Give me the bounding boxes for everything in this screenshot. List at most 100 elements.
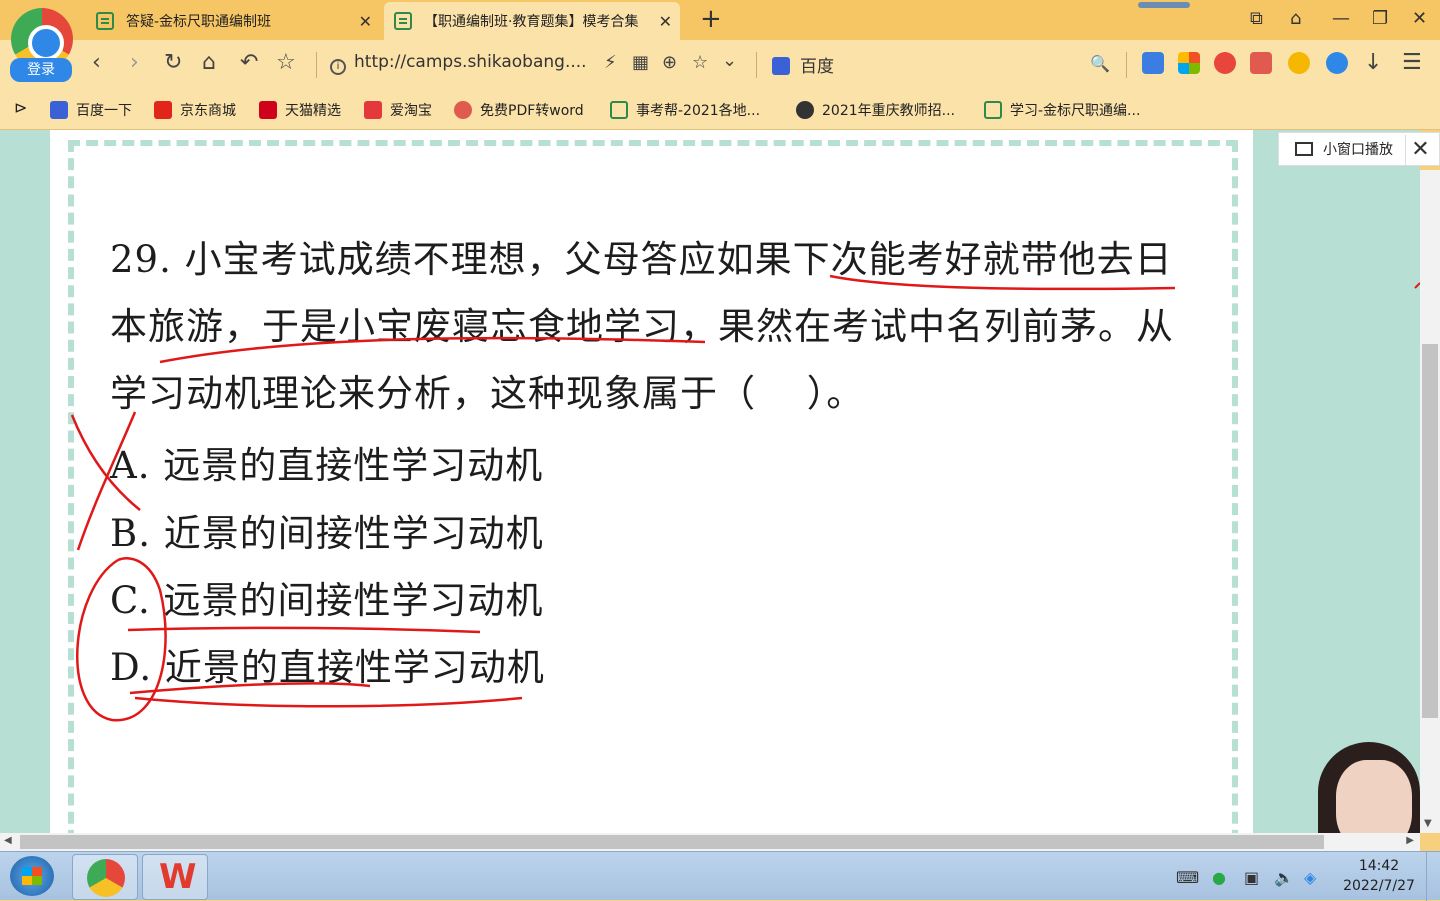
option-c: C. 远景的间接性学习动机 <box>110 579 544 622</box>
tab-mock-exam[interactable]: 【职通编制班·教育题集】模考合集 ✕ <box>384 2 680 40</box>
taobao-icon <box>364 101 382 119</box>
keyboard-icon[interactable]: ⌨ <box>1176 868 1199 887</box>
url-input[interactable]: i http://camps.shikaobang.... <box>330 52 587 75</box>
bookmark-label: 2021年重庆教师招... <box>822 103 955 119</box>
baidu-paw-icon <box>772 57 790 75</box>
update-icon[interactable]: ◈ <box>1304 868 1316 887</box>
scroll-left-icon[interactable]: ◀ <box>4 835 12 846</box>
undo-close-button[interactable]: ↶ <box>240 50 258 75</box>
bookmark-shikaobang[interactable]: 事考帮-2021各地... <box>610 100 760 120</box>
bookmark-star-icon[interactable]: ☆ <box>692 52 708 73</box>
book-icon <box>984 101 1002 119</box>
new-tab-button[interactable]: + <box>700 4 722 34</box>
pin-icon[interactable]: ⧉ <box>1250 8 1263 29</box>
url-text: http://camps.shikaobang.... <box>354 52 587 72</box>
translate-icon[interactable] <box>1142 52 1164 74</box>
forward-button[interactable]: › <box>130 50 139 75</box>
monitor-icon <box>1295 142 1313 156</box>
bookmark-label: 学习-金标尺职通编... <box>1010 103 1141 119</box>
volume-icon[interactable]: 🔈 <box>1274 868 1294 887</box>
bookmarks-bar: ⊳ 百度一下 京东商城 天猫精选 爱淘宝 免费PDF转word 事考帮-2021… <box>0 88 1440 130</box>
book-icon <box>610 101 628 119</box>
system-clock[interactable]: 14:42 2022/7/27 <box>1336 856 1422 896</box>
zoom-icon[interactable]: ⊕ <box>662 52 677 73</box>
mini-player-label: 小窗口播放 <box>1323 142 1393 158</box>
bookmark-chongqing[interactable]: 2021年重庆教师招... <box>796 100 955 120</box>
close-icon[interactable]: ✕ <box>359 12 372 31</box>
search-engine-label: 百度 <box>800 57 834 77</box>
bookmark-label: 事考帮-2021各地... <box>636 103 761 119</box>
mini-window-play[interactable]: 小窗口播放 ✕ <box>1278 132 1440 166</box>
download-icon[interactable]: ↓ <box>1364 50 1382 75</box>
pdf-icon[interactable] <box>1250 52 1272 74</box>
login-button[interactable]: 登录 <box>10 58 72 82</box>
scroll-thumb[interactable] <box>20 835 1324 849</box>
book-icon <box>394 12 412 30</box>
globe-icon <box>796 101 814 119</box>
baidu-icon <box>50 101 68 119</box>
close-window-button[interactable]: ✕ <box>1412 8 1427 29</box>
question-paper: 29. 小宝考试成绩不理想，父母答应如果下次能考好就带他去日本旅游，于是小宝废寝… <box>50 130 1253 833</box>
music-icon[interactable] <box>1214 52 1236 74</box>
book-icon <box>96 12 114 30</box>
option-b: B. 近景的间接性学习动机 <box>110 512 544 555</box>
bookmark-label: 京东商城 <box>180 103 236 119</box>
network-icon[interactable]: ▣ <box>1244 868 1259 887</box>
scroll-thumb[interactable] <box>1422 344 1438 718</box>
back-button[interactable]: ‹ <box>92 50 101 75</box>
qr-code-icon[interactable]: ▦ <box>632 52 649 73</box>
restore-button[interactable]: ❐ <box>1372 8 1388 29</box>
address-bar: ‹ › ↻ ⌂ ↶ ☆ i http://camps.shikaobang....… <box>0 40 1440 88</box>
vertical-scrollbar[interactable]: ▼ <box>1420 170 1440 833</box>
option-a: A. 远景的直接性学习动机 <box>110 444 544 487</box>
bookmark-pdf-word[interactable]: 免费PDF转word <box>454 100 584 120</box>
close-icon[interactable]: ✕ <box>1405 135 1435 165</box>
menu-icon[interactable]: ☰ <box>1402 50 1422 75</box>
sidebar-toggle-icon[interactable]: ⊳ <box>14 98 27 117</box>
show-desktop-button[interactable] <box>1426 852 1440 901</box>
home-button[interactable]: ⌂ <box>202 50 216 75</box>
reload-button[interactable]: ↻ <box>164 50 182 75</box>
taskbar-wps[interactable] <box>142 854 208 900</box>
divider <box>756 52 757 78</box>
tab-title: 答疑-金标尺职通编制班 <box>126 14 272 30</box>
bookmark-baidu[interactable]: 百度一下 <box>50 100 132 120</box>
scroll-right-icon[interactable]: ▶ <box>1406 835 1414 846</box>
moon-icon[interactable] <box>1288 52 1310 74</box>
skin-icon[interactable]: ⌂ <box>1290 8 1301 29</box>
wechat-icon[interactable]: ● <box>1212 868 1226 887</box>
favorite-button[interactable]: ☆ <box>276 50 296 75</box>
jd-icon <box>154 101 172 119</box>
option-d: D. 近景的直接性学习动机 <box>110 646 545 689</box>
tab-answer[interactable]: 答疑-金标尺职通编制班 ✕ <box>96 2 380 40</box>
divider <box>1126 52 1127 78</box>
browser-logo[interactable]: 登录 <box>8 8 76 82</box>
scroll-down-icon[interactable]: ▼ <box>1424 818 1432 829</box>
tab-slider[interactable] <box>1138 2 1190 8</box>
scissors-icon[interactable] <box>1326 52 1348 74</box>
start-button[interactable] <box>10 856 54 896</box>
taskbar: ⌨ ● ▣ 🔈 ◈ 14:42 2022/7/27 <box>0 851 1440 901</box>
tab-title: 【职通编制班·教育题集】模考合集 <box>424 14 639 30</box>
tab-bar: 答疑-金标尺职通编制班 ✕ 【职通编制班·教育题集】模考合集 ✕ + ⧉ ⌂ —… <box>0 0 1440 40</box>
search-icon[interactable]: 🔍 <box>1090 54 1110 73</box>
taskbar-browser[interactable] <box>72 854 138 900</box>
bookmark-label: 免费PDF转word <box>480 103 584 119</box>
lightning-icon[interactable]: ⚡ <box>604 52 617 73</box>
bookmark-jinbiaochi[interactable]: 学习-金标尺职通编... <box>984 100 1140 120</box>
bookmark-tmall[interactable]: 天猫精选 <box>259 100 341 120</box>
bookmark-label: 百度一下 <box>76 103 132 119</box>
presenter-video <box>1318 742 1420 833</box>
tmall-icon <box>259 101 277 119</box>
bookmark-label: 天猫精选 <box>285 103 341 119</box>
clock-date: 2022/7/27 <box>1343 878 1415 894</box>
info-icon: i <box>330 59 346 75</box>
bookmark-aitaobao[interactable]: 爱淘宝 <box>364 100 432 120</box>
horizontal-scrollbar[interactable]: ◀ ▶ <box>0 833 1420 851</box>
minimize-button[interactable]: — <box>1332 8 1350 29</box>
bookmark-jd[interactable]: 京东商城 <box>154 100 236 120</box>
close-icon[interactable]: ✕ <box>659 12 672 31</box>
apps-icon[interactable] <box>1178 52 1200 74</box>
search-input[interactable]: 百度 <box>772 52 834 77</box>
chevron-down-icon[interactable]: ⌄ <box>722 50 737 71</box>
